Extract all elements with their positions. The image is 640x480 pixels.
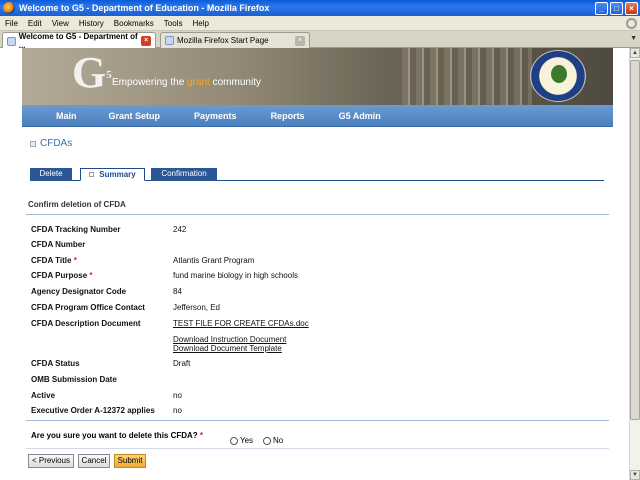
menu-bar: File Edit View History Bookmarks Tools H… xyxy=(0,16,640,31)
menu-file[interactable]: File xyxy=(0,19,23,28)
radio-no-label: No xyxy=(273,436,284,445)
section-title: CFDAs xyxy=(40,138,73,149)
tab-bullet-icon xyxy=(89,172,95,177)
minimize-button[interactable]: _ xyxy=(595,1,608,15)
divider xyxy=(26,448,609,449)
confirm-title: Confirm deletion of CFDA xyxy=(28,200,126,209)
radio-yes-label: Yes xyxy=(240,436,254,445)
delete-question: Are you sure you want to delete this CFD… xyxy=(31,431,204,440)
menu-edit[interactable]: Edit xyxy=(23,19,47,28)
divider xyxy=(26,214,609,215)
browser-tab-start-page[interactable]: Mozilla Firefox Start Page × xyxy=(160,32,310,48)
g5-page: G5 Empowering the grant community Main G… xyxy=(22,48,613,480)
required-marker: * xyxy=(73,256,77,265)
radio-yes[interactable]: Yes xyxy=(230,436,253,445)
scroll-down-icon[interactable]: ▼ xyxy=(630,470,640,480)
tab-summary[interactable]: Summary xyxy=(80,168,145,181)
submit-button[interactable]: Submit xyxy=(114,454,146,468)
window-title: Welcome to G5 - Department of Education … xyxy=(19,3,270,13)
required-marker: * xyxy=(89,271,93,280)
radio-yes-circle[interactable] xyxy=(230,436,238,445)
download-instruction-link[interactable]: Download Instruction Document xyxy=(173,335,286,344)
close-tab-icon[interactable]: × xyxy=(295,35,305,46)
nav-g5-admin[interactable]: G5 Admin xyxy=(339,111,381,121)
page-viewport: G5 Empowering the grant community Main G… xyxy=(0,48,629,480)
radio-no-circle[interactable] xyxy=(263,436,271,445)
menu-history[interactable]: History xyxy=(74,19,109,28)
required-marker: * xyxy=(199,431,204,440)
browser-tab-label: Mozilla Firefox Start Page xyxy=(177,36,269,45)
maximize-button[interactable]: □ xyxy=(610,1,623,15)
close-tab-icon[interactable]: × xyxy=(141,36,151,46)
scroll-thumb[interactable] xyxy=(630,60,640,420)
tab-confirmation[interactable]: Confirmation xyxy=(151,168,217,181)
section-bullet-icon xyxy=(30,140,36,147)
throbber-icon xyxy=(626,18,637,29)
cancel-button[interactable]: Cancel xyxy=(78,454,110,468)
menu-tools[interactable]: Tools xyxy=(159,19,188,28)
section-heading: CFDAs xyxy=(30,138,72,149)
vertical-scrollbar[interactable]: ▲ ▼ xyxy=(629,48,640,480)
close-window-button[interactable]: × xyxy=(625,1,638,15)
window-title-bar: Welcome to G5 - Department of Education … xyxy=(0,0,640,16)
site-banner: G5 Empowering the grant community xyxy=(22,48,613,105)
bookshelf-image xyxy=(402,48,532,105)
menu-help[interactable]: Help xyxy=(187,19,213,28)
form-tabs: Delete Summary Confirmation xyxy=(30,168,604,181)
radio-no[interactable]: No xyxy=(263,436,283,445)
menu-bookmarks[interactable]: Bookmarks xyxy=(109,19,159,28)
tab-list-chevron-icon[interactable]: ▼ xyxy=(630,35,637,42)
main-nav: Main Grant Setup Payments Reports G5 Adm… xyxy=(22,105,613,127)
g5-logo: G5 xyxy=(72,48,112,97)
nav-grant-setup[interactable]: Grant Setup xyxy=(109,111,161,121)
menu-view[interactable]: View xyxy=(47,19,74,28)
firefox-icon xyxy=(3,2,15,14)
browser-tab-g5[interactable]: Welcome to G5 - Department of ... × xyxy=(2,32,156,50)
firefox-page-icon xyxy=(165,36,174,45)
site-tagline: Empowering the grant community xyxy=(112,77,261,88)
tab-delete[interactable]: Delete xyxy=(30,168,72,181)
browser-tab-bar: Welcome to G5 - Department of ... × Mozi… xyxy=(0,31,640,50)
description-document-link[interactable]: TEST FILE FOR CREATE CFDAs.doc xyxy=(173,319,309,328)
nav-payments[interactable]: Payments xyxy=(194,111,237,121)
nav-reports[interactable]: Reports xyxy=(271,111,305,121)
nav-main[interactable]: Main xyxy=(56,111,77,121)
previous-button[interactable]: < Previous xyxy=(28,454,74,468)
download-template-link[interactable]: Download Document Template xyxy=(173,344,282,353)
divider xyxy=(26,420,609,421)
department-seal-logo xyxy=(530,50,586,102)
page-icon xyxy=(7,36,16,46)
scroll-up-icon[interactable]: ▲ xyxy=(630,48,640,58)
